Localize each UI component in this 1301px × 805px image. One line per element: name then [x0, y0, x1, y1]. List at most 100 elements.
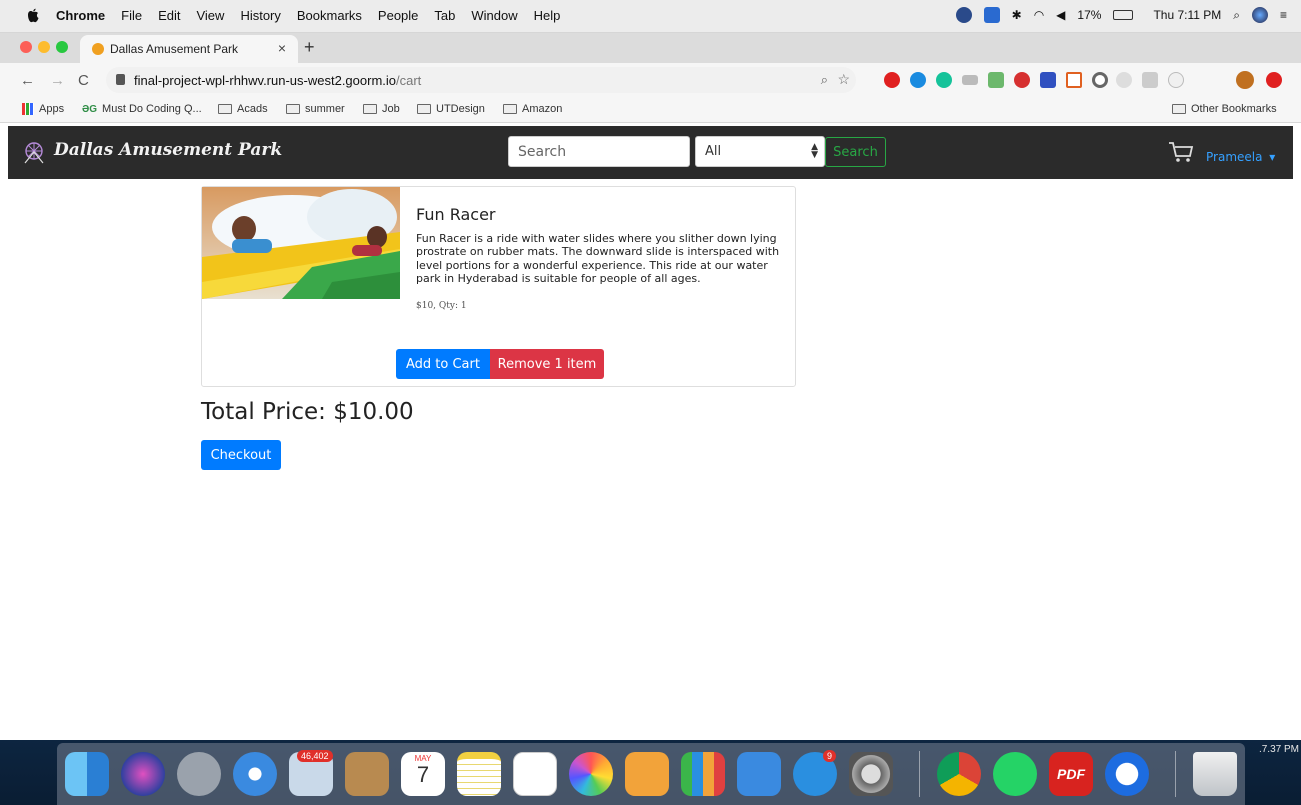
chevron-down-icon: ▾: [1269, 150, 1276, 164]
launchpad-icon[interactable]: [177, 752, 221, 796]
menu-window[interactable]: Window: [471, 8, 517, 23]
bookmark-label: Amazon: [522, 103, 563, 115]
spotlight-icon[interactable]: ⌕: [1233, 8, 1240, 23]
maximize-window-button[interactable]: [56, 41, 68, 53]
remove-item-button[interactable]: Remove 1 item: [490, 349, 604, 379]
forward-button[interactable]: →: [50, 72, 65, 89]
lock-icon[interactable]: [116, 74, 125, 85]
search-input[interactable]: [508, 136, 690, 167]
browser-tab[interactable]: Dallas Amusement Park ×: [80, 35, 298, 63]
address-bar[interactable]: final-project-wpl-rhhwv.run-us-west2.goo…: [106, 67, 856, 93]
menu-app-name[interactable]: Chrome: [56, 8, 105, 23]
k-extension-icon[interactable]: [1142, 72, 1158, 88]
chrome-icon[interactable]: [937, 752, 981, 796]
trash-icon[interactable]: [1193, 752, 1237, 796]
zoom-icon[interactable]: ⌕: [821, 72, 828, 88]
finder-icon[interactable]: [65, 752, 109, 796]
grammarly-extension-icon[interactable]: [936, 72, 952, 88]
new-tab-button[interactable]: +: [304, 37, 315, 58]
calendar-icon[interactable]: MAY 7: [401, 752, 445, 796]
url-path: /cart: [396, 73, 422, 88]
category-selected-value: All: [705, 144, 722, 159]
bookmark-utdesign[interactable]: UTDesign: [417, 103, 485, 115]
sync-icon[interactable]: [955, 7, 972, 23]
add-to-cart-button[interactable]: Add to Cart: [396, 349, 490, 379]
reload-button[interactable]: C: [78, 72, 89, 89]
colorful-extension-icon[interactable]: [1040, 72, 1056, 88]
grid-extension-icon[interactable]: [1066, 72, 1082, 88]
adblock-extension-icon[interactable]: [1014, 72, 1030, 88]
checkout-button[interactable]: Checkout: [201, 440, 281, 470]
menu-edit[interactable]: Edit: [158, 8, 180, 23]
keynote-icon[interactable]: [737, 752, 781, 796]
volume-icon[interactable]: ◀: [1056, 8, 1065, 22]
whatsapp-icon[interactable]: [993, 752, 1037, 796]
tab-title: Dallas Amusement Park: [110, 42, 239, 56]
menu-file[interactable]: File: [121, 8, 142, 23]
mail-icon[interactable]: 46,402: [289, 750, 333, 796]
profile-avatar-icon[interactable]: [1236, 71, 1254, 89]
siri-dock-icon[interactable]: [121, 752, 165, 796]
bookmark-star-icon[interactable]: ☆: [837, 71, 850, 88]
bookmark-label: Apps: [39, 103, 65, 115]
bookmark-summer[interactable]: summer: [286, 103, 345, 115]
pages-icon[interactable]: [625, 752, 669, 796]
bookmark-label: summer: [305, 103, 345, 115]
teamviewer-icon[interactable]: [983, 7, 1000, 23]
menubar-clock[interactable]: Thu 7:11 PM: [1153, 8, 1221, 22]
apple-icon[interactable]: [26, 8, 40, 24]
tab-strip: Dallas Amusement Park ×: [0, 33, 1301, 63]
pdf-label: PDF: [1057, 766, 1085, 782]
search-button[interactable]: Search: [825, 137, 886, 167]
siri-icon[interactable]: [1251, 7, 1268, 23]
contacts-icon[interactable]: [345, 752, 389, 796]
menu-tab[interactable]: Tab: [434, 8, 455, 23]
menu-help[interactable]: Help: [534, 8, 561, 23]
notes-icon[interactable]: [457, 752, 501, 796]
link-extension-icon[interactable]: [1116, 72, 1132, 88]
folder-icon: [218, 104, 232, 114]
battery-icon[interactable]: [1113, 10, 1134, 20]
pdf-app-icon[interactable]: PDF: [1049, 752, 1093, 796]
app-store-icon[interactable]: 9: [793, 750, 837, 796]
menu-view[interactable]: View: [196, 8, 224, 23]
notification-center-icon[interactable]: ≡: [1280, 8, 1287, 22]
safari-icon[interactable]: [233, 752, 277, 796]
bluetooth-icon[interactable]: ✱: [1012, 8, 1022, 22]
extension-s-icon[interactable]: [910, 72, 926, 88]
user-menu[interactable]: Prameela ▾: [1206, 150, 1275, 164]
numbers-icon[interactable]: [681, 752, 725, 796]
wifi-icon[interactable]: ◠: [1034, 8, 1044, 22]
bookmark-acads[interactable]: Acads: [218, 103, 268, 115]
opera-red-icon[interactable]: [1266, 72, 1282, 88]
code-extension-icon[interactable]: [1168, 72, 1184, 88]
menu-history[interactable]: History: [240, 8, 280, 23]
menu-people[interactable]: People: [378, 8, 418, 23]
bookmark-label: Other Bookmarks: [1191, 103, 1277, 115]
ferris-wheel-logo-icon[interactable]: [22, 140, 46, 164]
reminders-icon[interactable]: [513, 752, 557, 796]
bookmarks-bar: Apps ƏG Must Do Coding Q... Acads summer…: [0, 97, 1301, 123]
screenshot-extension-icon[interactable]: [988, 72, 1004, 88]
tab-close-icon[interactable]: ×: [278, 40, 286, 56]
bookmark-apps[interactable]: Apps: [22, 103, 64, 115]
mask-extension-icon[interactable]: [962, 75, 978, 85]
site-brand[interactable]: Dallas Amusement Park: [54, 140, 282, 160]
close-window-button[interactable]: [20, 41, 32, 53]
photos-icon[interactable]: [569, 752, 613, 796]
bookmark-other[interactable]: Other Bookmarks: [1172, 103, 1277, 115]
shopping-cart-icon[interactable]: [1168, 140, 1194, 164]
category-select[interactable]: All ▲ ▼: [695, 136, 825, 167]
bookmark-amazon[interactable]: Amazon: [503, 103, 562, 115]
circle-extension-icon[interactable]: [1092, 72, 1108, 88]
minimize-window-button[interactable]: [38, 41, 50, 53]
select-arrows-icon: ▲ ▼: [811, 142, 818, 160]
back-button[interactable]: ←: [20, 72, 35, 89]
bookmark-job[interactable]: Job: [363, 103, 400, 115]
opera-extension-icon[interactable]: [884, 72, 900, 88]
system-preferences-icon[interactable]: [849, 752, 893, 796]
menu-bookmarks[interactable]: Bookmarks: [297, 8, 362, 23]
teamviewer-dock-icon[interactable]: [1105, 752, 1149, 796]
site-navbar: Dallas Amusement Park All ▲▼ Search Pram…: [8, 126, 1293, 179]
bookmark-must-do-coding[interactable]: ƏG Must Do Coding Q...: [82, 103, 202, 115]
